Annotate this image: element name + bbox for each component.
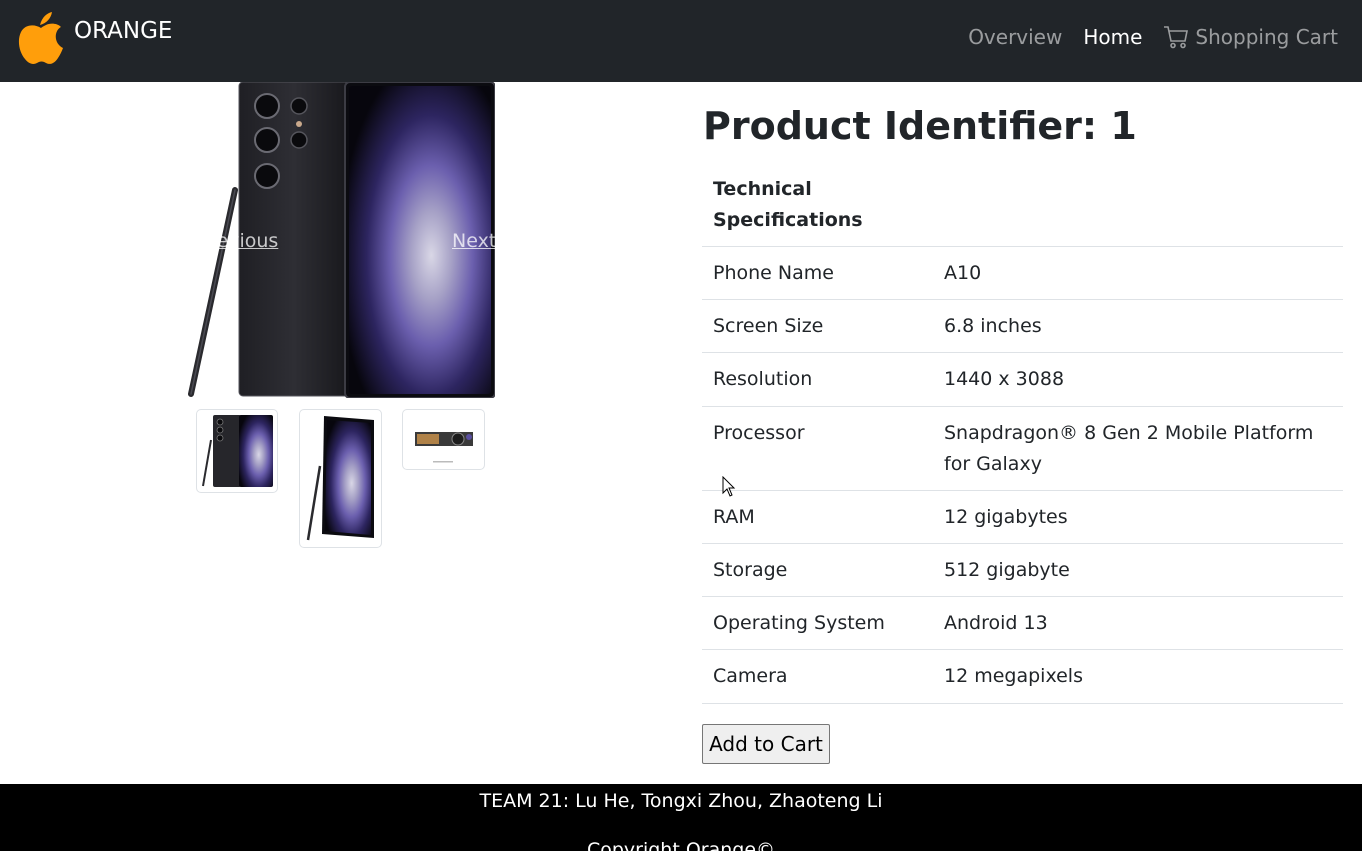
- thumbnail-2[interactable]: [299, 409, 382, 548]
- product-title: Product Identifier: 1: [703, 104, 1137, 148]
- thumbnail-2-image: [306, 416, 374, 541]
- table-row: Processor Snapdragon® 8 Gen 2 Mobile Pla…: [702, 406, 1343, 491]
- thumbnail-1[interactable]: [196, 409, 278, 493]
- navbar: ORANGE Overview Home Shopping Cart: [0, 0, 1362, 82]
- shopping-cart-icon: [1164, 26, 1189, 49]
- spec-label: Operating System: [702, 596, 933, 650]
- spec-value: 6.8 inches: [933, 299, 1343, 353]
- orange-apple-icon: [18, 12, 64, 64]
- spec-value: 512 gigabyte: [933, 543, 1343, 597]
- nav-shopping-cart[interactable]: Shopping Cart: [1163, 24, 1338, 50]
- nav-overview[interactable]: Overview: [968, 25, 1062, 49]
- table-row: RAM 12 gigabytes: [702, 490, 1343, 544]
- table-row: Operating System Android 13: [702, 596, 1343, 650]
- nav-links: Overview Home Shopping Cart: [968, 24, 1338, 50]
- spec-value: Android 13: [933, 596, 1343, 650]
- footer-copyright: Copyright Orange©: [586, 839, 776, 851]
- table-row: Phone Name A10: [702, 246, 1343, 300]
- spec-value: A10: [933, 246, 1343, 300]
- brand-name[interactable]: ORANGE: [74, 18, 172, 44]
- spec-label: Camera: [702, 649, 933, 704]
- nav-home[interactable]: Home: [1083, 25, 1142, 49]
- specs-header-row: Technical Specifications: [702, 170, 1343, 247]
- specs-table: Technical Specifications Phone Name A10 …: [702, 170, 1343, 704]
- table-row: Screen Size 6.8 inches: [702, 299, 1343, 353]
- nav-shopping-cart-label: Shopping Cart: [1195, 25, 1338, 49]
- spec-label: RAM: [702, 490, 933, 544]
- table-row: Resolution 1440 x 3088: [702, 352, 1343, 407]
- spec-label: Screen Size: [702, 299, 933, 353]
- spec-label: Phone Name: [702, 246, 933, 300]
- spec-label: Resolution: [702, 352, 933, 407]
- table-row: Storage 512 gigabyte: [702, 543, 1343, 597]
- thumbnail-1-image: [202, 415, 273, 487]
- footer: TEAM 21: Lu He, Tongxi Zhou, Zhaoteng Li…: [0, 784, 1362, 851]
- carousel-next[interactable]: Next: [452, 230, 495, 252]
- thumbnail-3[interactable]: [402, 409, 485, 470]
- spec-value: 12 gigabytes: [933, 490, 1343, 544]
- spec-value: 12 megapixels: [933, 649, 1343, 704]
- spec-label: Processor: [702, 406, 933, 491]
- footer-team-credits: TEAM 21: Lu He, Tongxi Zhou, Zhaoteng Li: [479, 790, 883, 812]
- brand[interactable]: ORANGE: [18, 10, 172, 70]
- spec-value: Snapdragon® 8 Gen 2 Mobile Platform for …: [933, 406, 1343, 491]
- table-row: Camera 12 megapixels: [702, 649, 1343, 704]
- add-to-cart-button[interactable]: Add to Cart: [702, 724, 830, 764]
- spec-value: 1440 x 3088: [933, 352, 1343, 407]
- product-image-carousel: Previous Next: [185, 82, 495, 398]
- carousel-previous[interactable]: Previous: [198, 230, 278, 252]
- mouse-pointer-icon: [722, 476, 736, 497]
- specs-header: Technical Specifications: [702, 170, 933, 247]
- specs-header-empty: [933, 170, 1343, 247]
- spec-label: Storage: [702, 543, 933, 597]
- thumbnail-3-image: [415, 432, 473, 463]
